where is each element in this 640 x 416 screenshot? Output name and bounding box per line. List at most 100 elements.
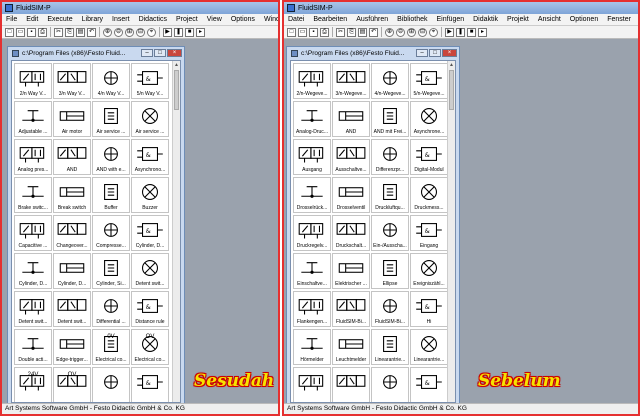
library-component[interactable]: Ereigniszähl... [410, 253, 448, 289]
library-component[interactable]: 2/n Way V... [14, 63, 52, 99]
library-component[interactable]: Brake switc... [14, 177, 52, 213]
menu-item[interactable]: Project [176, 16, 198, 23]
library-component[interactable]: Compresse... [92, 215, 130, 251]
library-component[interactable]: & [410, 367, 448, 402]
open-icon[interactable]: ▪ [309, 27, 318, 37]
menu-item[interactable]: Library [82, 16, 103, 23]
menu-item[interactable]: Projekt [507, 16, 529, 23]
menu-item[interactable]: Edit [26, 16, 38, 23]
stop-icon[interactable]: ⌖ [147, 27, 156, 37]
library-component[interactable]: Druckluftqu... [371, 177, 409, 213]
library-window-titlebar[interactable]: c:\Program Files (x86)\Festo Fluid... – … [287, 47, 459, 59]
menu-item[interactable]: Bearbeiten [313, 16, 347, 23]
library-component[interactable]: & Digital-Modul [410, 139, 448, 175]
library-component[interactable]: Cylinder, D... [53, 253, 91, 289]
library-component[interactable]: Linearantrie... [410, 329, 448, 365]
library-component[interactable]: Asynchrone... [410, 101, 448, 137]
menu-item[interactable]: View [207, 16, 222, 23]
copy-icon[interactable]: ⎘ [65, 27, 74, 37]
library-component[interactable]: Electrical co... OV [131, 329, 169, 365]
library-component[interactable]: & 5/n Way V... [131, 63, 169, 99]
library-component[interactable]: Druckschalt... [332, 215, 370, 251]
library-component[interactable]: & 5/n-Wegeve... [410, 63, 448, 99]
menu-item[interactable]: Execute [47, 16, 72, 23]
menu-item[interactable]: Ansicht [538, 16, 561, 23]
library-component[interactable]: AND [53, 139, 91, 175]
menu-item[interactable]: Bibliothek [397, 16, 427, 23]
menu-item[interactable]: Datei [288, 16, 304, 23]
menu-item[interactable]: Didaktik [473, 16, 498, 23]
vertical-scrollbar[interactable]: ▲ [447, 61, 455, 402]
library-component[interactable]: 24V [14, 367, 52, 402]
library-component[interactable]: Detent swit... [131, 253, 169, 289]
library-component[interactable]: Capacitive ... [14, 215, 52, 251]
new-icon[interactable]: ❚ [456, 27, 465, 37]
maximize-icon[interactable]: □ [154, 49, 166, 57]
minimize-icon[interactable]: – [416, 49, 428, 57]
close-icon[interactable]: × [442, 49, 457, 57]
library-component[interactable]: Hörmelder [293, 329, 331, 365]
library-component[interactable]: Differential ... [92, 291, 130, 327]
app-icon[interactable]: □ [287, 27, 296, 37]
library-component[interactable]: 4/n-Wegeve... [371, 63, 409, 99]
library-component[interactable]: Cylinder, Si... [92, 253, 130, 289]
library-component[interactable]: AND [332, 101, 370, 137]
library-component[interactable]: Ausgang [293, 139, 331, 175]
paste-icon[interactable]: ▤ [358, 27, 367, 37]
library-component[interactable]: & Distance rule [131, 291, 169, 327]
new-icon[interactable]: ▭ [298, 27, 307, 37]
library-component[interactable]: & Eingang [410, 215, 448, 251]
menu-item[interactable]: Options [231, 16, 255, 23]
maximize-icon[interactable]: □ [429, 49, 441, 57]
library-window[interactable]: c:\Program Files (x86)\Festo Fluid... – … [7, 46, 185, 403]
zoom-out-icon[interactable]: ⊕ [103, 27, 112, 37]
menu-item[interactable]: Insert [112, 16, 130, 23]
library-component[interactable]: 3/n Way V... [53, 63, 91, 99]
library-component[interactable]: & Asynchrono... [131, 139, 169, 175]
library-component[interactable]: Elektrischer ... [332, 253, 370, 289]
library-component[interactable]: OV [53, 367, 91, 402]
open-icon[interactable]: ■ [467, 27, 476, 37]
menu-item[interactable]: Ausführen [356, 16, 388, 23]
close-icon[interactable]: × [167, 49, 182, 57]
library-component[interactable]: Differenzpr... [371, 139, 409, 175]
play-icon[interactable]: ⊞ [125, 27, 134, 37]
library-component[interactable]: & [131, 367, 169, 402]
library-component[interactable]: Buffer [92, 177, 130, 213]
library-component[interactable]: Buzzer [131, 177, 169, 213]
new-icon[interactable]: ❚ [174, 27, 183, 37]
library-component[interactable]: FluidSIM-Bi... [371, 291, 409, 327]
vertical-scrollbar[interactable]: ▲ [172, 61, 180, 402]
library-component[interactable]: Analog-Druc... [293, 101, 331, 137]
library-component[interactable]: Edge-trigger... [53, 329, 91, 365]
library-component[interactable]: Linearantrie... [371, 329, 409, 365]
library-component[interactable]: Druckmess... [410, 177, 448, 213]
library-component[interactable]: Drosselrück... [293, 177, 331, 213]
menu-item[interactable]: Didactics [139, 16, 167, 23]
open-icon[interactable]: ■ [185, 27, 194, 37]
library-component[interactable]: Cylinder, D... [14, 253, 52, 289]
menu-item[interactable]: Einfügen [436, 16, 464, 23]
library-component[interactable]: Ausschaltve... [332, 139, 370, 175]
library-component[interactable]: Air motor [53, 101, 91, 137]
library-component[interactable] [293, 367, 331, 402]
library-component[interactable]: Air service ... [131, 101, 169, 137]
scroll-thumb[interactable] [174, 70, 179, 110]
minimize-icon[interactable]: – [141, 49, 153, 57]
library-component[interactable]: 2/n-Wegeve... [293, 63, 331, 99]
zoom-out-icon[interactable]: ⊕ [385, 27, 394, 37]
library-component[interactable]: Electrical co... 0V [92, 329, 130, 365]
grid-icon[interactable]: ⊖ [114, 27, 123, 37]
pause-icon[interactable]: ⊟ [136, 27, 145, 37]
library-component[interactable]: Leuchtmelder [332, 329, 370, 365]
menu-item[interactable]: Optionen [570, 16, 598, 23]
library-component[interactable]: Break switch [53, 177, 91, 213]
scroll-up-icon[interactable]: ▲ [448, 61, 455, 69]
library-component[interactable]: Changeover... [53, 215, 91, 251]
library-component[interactable]: Detent swit... [14, 291, 52, 327]
library-component[interactable]: Double acti... [14, 329, 52, 365]
stop-icon[interactable]: ⌖ [429, 27, 438, 37]
menu-item[interactable]: File [6, 16, 17, 23]
cut-icon[interactable]: ✂ [336, 27, 345, 37]
save-icon[interactable]: ▸ [196, 27, 205, 37]
